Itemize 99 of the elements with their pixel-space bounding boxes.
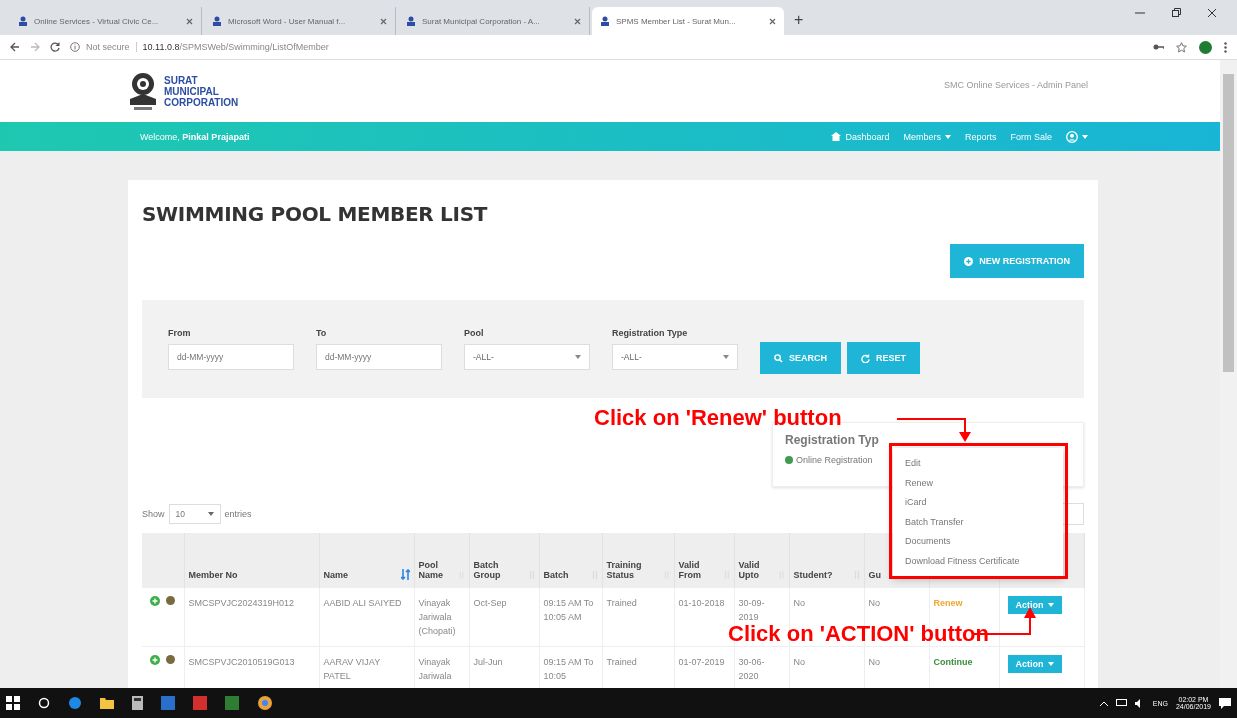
calculator-icon[interactable] <box>132 696 143 710</box>
menu-item[interactable]: Renew <box>893 473 1063 493</box>
close-icon[interactable] <box>186 17 193 25</box>
caret-icon <box>575 355 581 359</box>
entries-label: entries <box>224 509 252 519</box>
close-icon[interactable] <box>380 17 387 25</box>
table-cell: Jul-Jun <box>473 657 503 667</box>
field-label: Registration Type <box>612 328 689 338</box>
table-cell: Trained <box>606 657 637 667</box>
table-cell: AARAV VIJAY PATEL <box>323 657 381 681</box>
menu-item[interactable]: Batch Transfer <box>893 512 1063 532</box>
menu-item[interactable]: Edit <box>893 454 1063 474</box>
column-header[interactable]: Member No <box>188 570 238 580</box>
page-title: SWIMMING POOL MEMBER LIST <box>142 201 489 226</box>
reload-icon[interactable] <box>50 42 60 52</box>
url-text[interactable]: 10.11.0.8/SPMSWeb/Swimming/ListOfMember <box>142 42 329 52</box>
column-header[interactable]: Batch <box>543 570 569 580</box>
back-icon[interactable] <box>10 42 20 52</box>
caret-icon <box>207 512 214 516</box>
site-icon <box>600 16 610 26</box>
table-cell: 09:15 AM To 10:05 AM <box>543 598 594 622</box>
user-menu[interactable] <box>1066 130 1088 143</box>
site-icon <box>18 16 28 26</box>
date-field[interactable]: dd-MM-yyyy <box>168 344 294 370</box>
legend-title: Registration Typ <box>785 433 880 447</box>
select-field[interactable]: -ALL- <box>612 344 738 370</box>
annotation-text: Click on 'Renew' button <box>594 406 842 430</box>
security-label: Not secure <box>86 42 130 52</box>
home-icon <box>831 132 842 141</box>
refresh-icon <box>861 353 870 363</box>
caret-icon <box>723 355 729 359</box>
table-cell: 30-09-2019 <box>738 598 765 622</box>
user-icon <box>1066 130 1078 143</box>
site-icon <box>212 16 222 26</box>
table-cell: SMCSPVJC2010519G013 <box>188 657 295 667</box>
field-label: Pool <box>464 328 485 338</box>
table-cell: Vinayak Jariwala (Chopati) <box>418 598 456 636</box>
key-icon[interactable] <box>1153 43 1164 51</box>
search-icon[interactable] <box>38 697 50 709</box>
expand-icon[interactable] <box>150 596 160 606</box>
close-icon[interactable] <box>1207 8 1217 18</box>
close-icon[interactable] <box>769 17 776 25</box>
dot-icon <box>166 655 175 664</box>
plus-circle-icon <box>964 256 974 266</box>
table-cell: No <box>793 657 805 667</box>
table-cell: No <box>793 598 805 608</box>
table-cell: 09:15 AM To 10:05 <box>543 657 594 681</box>
new-tab-button[interactable]: + <box>786 11 812 35</box>
status-text: Renew <box>933 598 963 608</box>
info-icon[interactable] <box>70 42 80 52</box>
menu-item[interactable]: Documents <box>893 532 1063 552</box>
windows-icon[interactable] <box>6 696 20 710</box>
close-icon[interactable] <box>574 17 581 25</box>
chevron-up-icon[interactable] <box>1099 700 1108 706</box>
emblem-icon <box>128 71 158 111</box>
field-label: To <box>316 328 328 338</box>
scrollbar-thumb[interactable] <box>1223 74 1234 372</box>
legend-label: Online Registration <box>796 455 873 465</box>
table-cell: 01-07-2019 <box>678 657 725 667</box>
caret-icon <box>944 134 951 139</box>
site-icon <box>406 16 416 26</box>
maximize-icon[interactable] <box>1171 8 1181 18</box>
welcome-text: Welcome, Pinkal Prajapati <box>140 131 250 142</box>
column-header[interactable]: Student? <box>793 570 833 580</box>
notification-icon[interactable] <box>1219 697 1231 709</box>
menu-item[interactable]: iCard <box>893 493 1063 513</box>
select-field[interactable]: -ALL- <box>464 344 590 370</box>
status-text: Continue <box>933 657 973 667</box>
table-cell: SMCSPVJC2024319H012 <box>188 598 295 608</box>
date-field[interactable]: dd-MM-yyyy <box>316 344 442 370</box>
folder-icon[interactable] <box>100 697 114 709</box>
table-cell: No <box>868 657 880 667</box>
table-cell: No <box>868 598 880 608</box>
table-cell: Oct-Sep <box>473 598 507 608</box>
table-cell: 30-06-2020 <box>738 657 765 681</box>
more-icon[interactable] <box>1224 41 1227 53</box>
browser-tab[interactable]: SPMS Member List - Surat Mun... <box>592 7 784 35</box>
search-icon <box>774 353 783 363</box>
column-header[interactable]: Gu <box>868 570 881 580</box>
entries-select[interactable]: 10 <box>168 504 221 524</box>
table-cell: AABID ALI SAIYED <box>323 598 402 608</box>
dot-icon <box>166 596 175 605</box>
star-icon[interactable] <box>1176 41 1187 53</box>
caret-icon <box>1047 603 1054 607</box>
expand-icon[interactable] <box>150 655 160 665</box>
table-cell: 01-10-2018 <box>678 598 725 608</box>
field-label: From <box>168 328 192 338</box>
sort-icon[interactable] <box>400 569 410 580</box>
logo-text: SURAT MUNICIPAL CORPORATION <box>164 74 239 108</box>
table-cell: Trained <box>606 598 637 608</box>
table-cell: Vinayak Jariwala <box>418 657 452 681</box>
annotation-text: Click on 'ACTION' button <box>728 622 989 646</box>
network-icon[interactable] <box>1115 698 1127 708</box>
show-label: Show <box>142 509 165 519</box>
caret-icon <box>1047 662 1054 666</box>
menu-item[interactable]: Download Fitness Certificate <box>893 551 1063 571</box>
panel-title: SMC Online Services - Admin Panel <box>943 80 1088 90</box>
caret-icon <box>1082 134 1088 139</box>
column-header[interactable]: Name <box>323 570 348 580</box>
